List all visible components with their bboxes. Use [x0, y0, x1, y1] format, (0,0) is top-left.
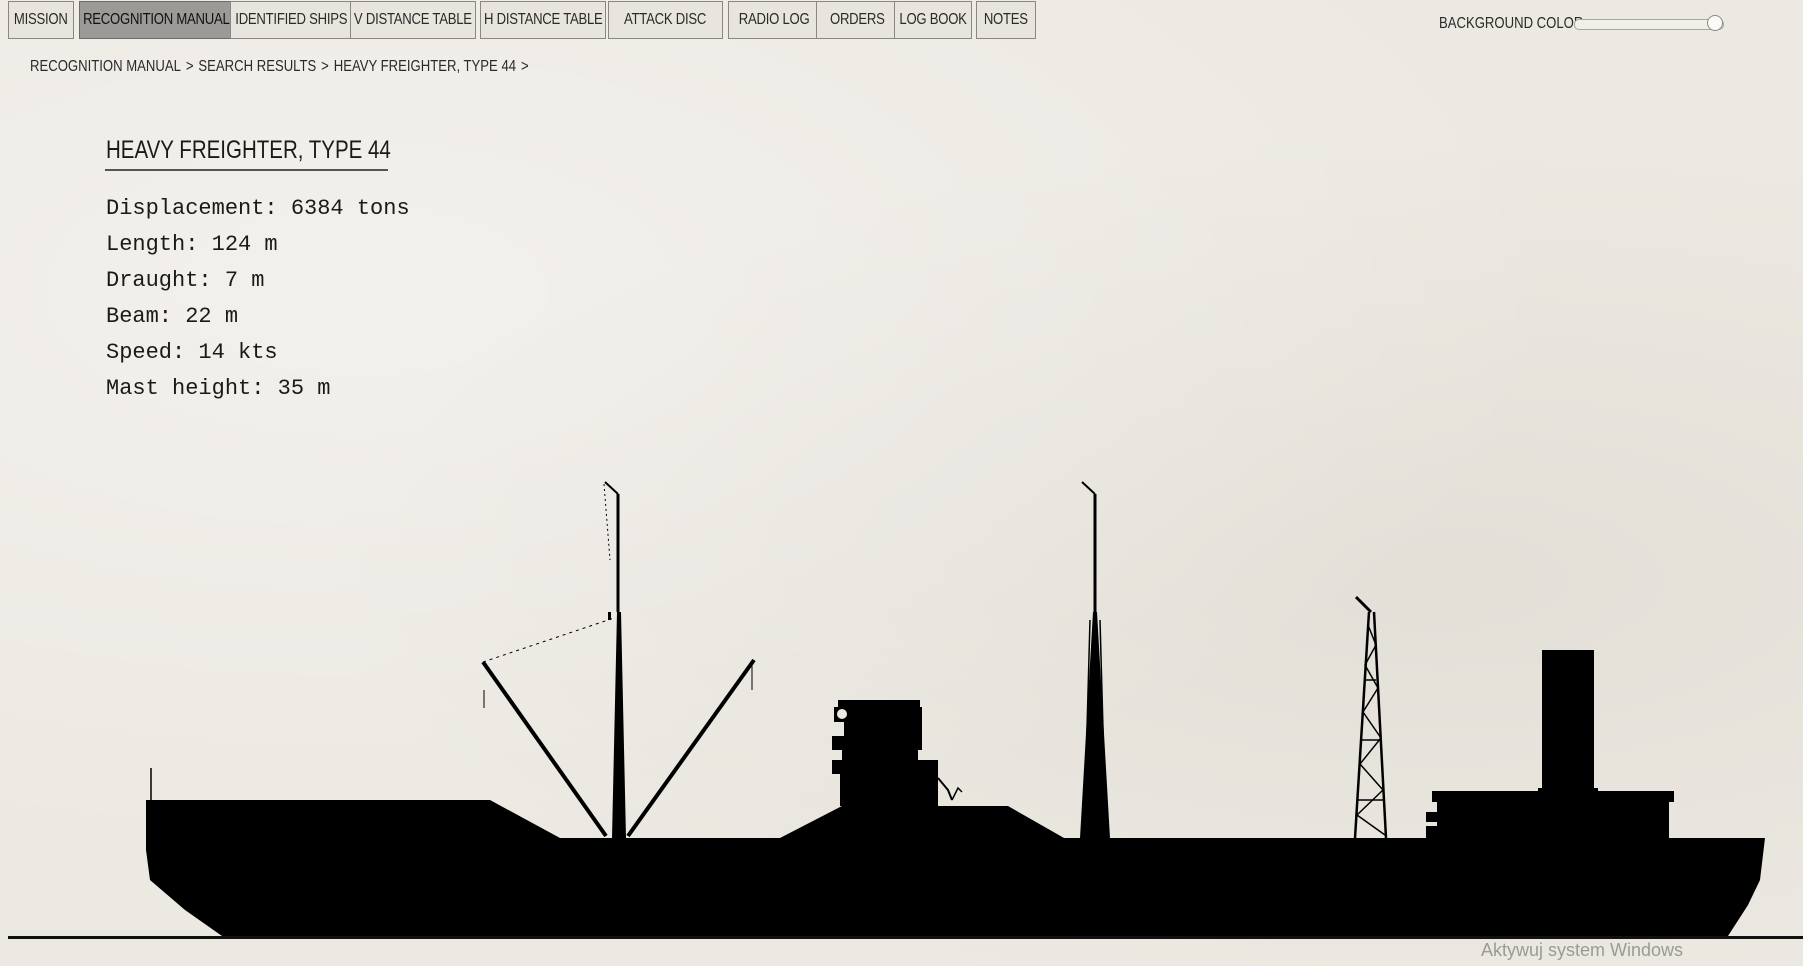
waterline	[8, 936, 1803, 939]
breadcrumb-separator: >	[520, 58, 529, 75]
breadcrumb-current-ship: HEAVY FREIGHTER, TYPE 44	[333, 58, 517, 75]
background-color-control: BACKGROUND COLOR	[1439, 12, 1724, 36]
spec-mast-height: Mast height: 35 m	[106, 376, 331, 401]
breadcrumb-separator: >	[185, 58, 194, 75]
tab-v-distance-table[interactable]: V DISTANCE TABLE	[350, 1, 476, 39]
tab-log-book[interactable]: LOG BOOK	[894, 1, 972, 39]
ship-silhouette	[146, 481, 1765, 936]
background-color-slider[interactable]	[1574, 15, 1724, 31]
tab-notes[interactable]: NOTES	[976, 1, 1036, 39]
spec-draught: Draught: 7 m	[106, 268, 265, 293]
breadcrumb-separator: >	[321, 58, 329, 75]
windows-activation-watermark: Aktywuj system Windows	[1481, 940, 1684, 960]
tab-h-distance-table[interactable]: H DISTANCE TABLE	[480, 1, 606, 39]
tab-identified-ships[interactable]: IDENTIFIED SHIPS	[230, 1, 352, 39]
tab-orders[interactable]: ORDERS	[816, 1, 899, 39]
breadcrumb-recognition-manual[interactable]: RECOGNITION MANUAL	[30, 58, 181, 76]
breadcrumb-search-results[interactable]: SEARCH RESULTS	[198, 58, 316, 76]
spec-displacement: Displacement: 6384 tons	[106, 196, 410, 221]
tab-radio-log[interactable]: RADIO LOG	[728, 1, 820, 39]
breadcrumb: RECOGNITION MANUAL > SEARCH RESULTS > HE…	[30, 58, 534, 76]
tab-mission[interactable]: MISSION	[8, 1, 74, 39]
ship-specs: Displacement: 6384 tons Length: 124 m Dr…	[106, 194, 410, 410]
spec-beam: Beam: 22 m	[106, 304, 239, 329]
tab-recognition-manual[interactable]: RECOGNITION MANUAL	[79, 1, 233, 39]
tab-attack-disc[interactable]: ATTACK DISC	[608, 1, 723, 39]
ship-title: HEAVY FREIGHTER, TYPE 44	[106, 136, 391, 164]
background-color-label: BACKGROUND COLOR	[1439, 15, 1584, 32]
spec-length: Length: 124 m	[106, 232, 278, 257]
spec-speed: Speed: 14 kts	[106, 340, 278, 365]
title-underline	[105, 169, 388, 171]
slider-knob[interactable]	[1707, 15, 1723, 31]
